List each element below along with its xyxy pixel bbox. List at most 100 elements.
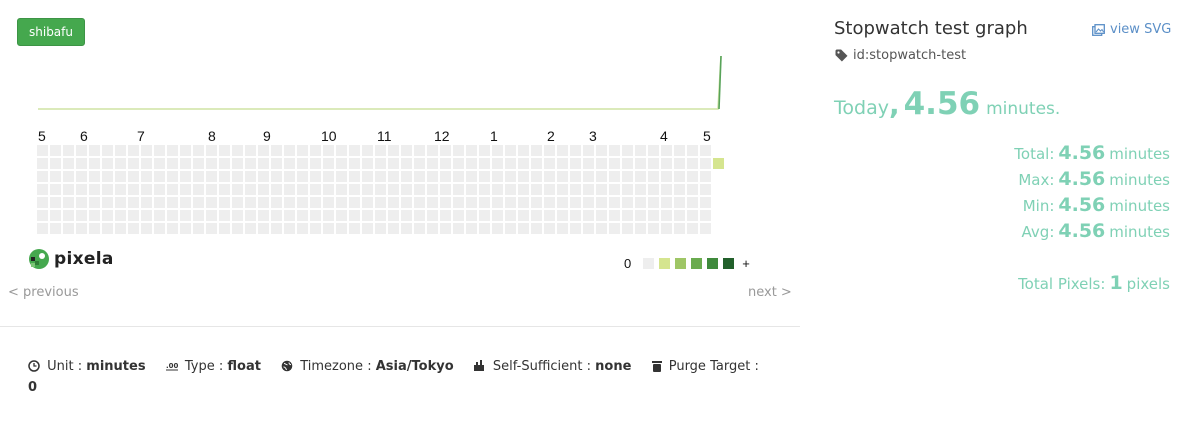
heatmap-cell[interactable] [440,158,451,169]
heatmap-cell[interactable] [596,171,607,182]
heatmap-cell[interactable] [492,171,503,182]
heatmap-cell[interactable] [258,145,269,156]
heatmap-cell[interactable] [336,171,347,182]
next-link[interactable]: next > [748,285,792,300]
heatmap-cell[interactable] [531,158,542,169]
heatmap-cell[interactable] [37,210,48,221]
heatmap-cell[interactable] [141,223,152,234]
heatmap-cell[interactable] [401,171,412,182]
heatmap-cell[interactable] [141,145,152,156]
heatmap-cell[interactable] [89,171,100,182]
heatmap-cell[interactable] [141,197,152,208]
heatmap-cell[interactable] [336,145,347,156]
heatmap-cell[interactable] [622,197,633,208]
heatmap-cell[interactable] [219,197,230,208]
heatmap-cell[interactable] [401,145,412,156]
heatmap-cell[interactable] [245,158,256,169]
heatmap-cell[interactable] [271,145,282,156]
heatmap-cell[interactable] [180,171,191,182]
heatmap-cell[interactable] [258,223,269,234]
heatmap-cell[interactable] [596,210,607,221]
heatmap-cell[interactable] [310,223,321,234]
heatmap-cell[interactable] [466,210,477,221]
heatmap-cell[interactable] [661,158,672,169]
heatmap-cell[interactable] [583,171,594,182]
heatmap-cell[interactable] [583,184,594,195]
heatmap-cell[interactable] [206,223,217,234]
heatmap-cell[interactable] [414,184,425,195]
heatmap-cell[interactable] [492,197,503,208]
heatmap-cell[interactable] [453,145,464,156]
heatmap-cell[interactable] [609,158,620,169]
heatmap-cell[interactable] [102,197,113,208]
heatmap-cell[interactable] [219,210,230,221]
heatmap-cell[interactable] [375,158,386,169]
heatmap-cell[interactable] [310,145,321,156]
heatmap-cell[interactable] [687,171,698,182]
heatmap-cell[interactable] [388,184,399,195]
heatmap-cell[interactable] [596,223,607,234]
heatmap-cell[interactable] [557,171,568,182]
heatmap-cell[interactable] [466,184,477,195]
heatmap-cell[interactable] [583,145,594,156]
heatmap-cell[interactable] [479,197,490,208]
heatmap-cell[interactable] [76,223,87,234]
heatmap-cell[interactable] [50,171,61,182]
heatmap-cell[interactable] [323,184,334,195]
heatmap-cell[interactable] [466,171,477,182]
heatmap-cell[interactable] [297,197,308,208]
heatmap-cell[interactable] [661,145,672,156]
heatmap-cell[interactable] [557,210,568,221]
heatmap-cell[interactable] [661,223,672,234]
heatmap-cell[interactable] [50,210,61,221]
heatmap-cell[interactable] [479,158,490,169]
heatmap-cell[interactable] [414,145,425,156]
heatmap-cell[interactable] [258,158,269,169]
heatmap-cell[interactable] [427,184,438,195]
heatmap-cell[interactable] [648,184,659,195]
heatmap-cell[interactable] [349,197,360,208]
heatmap-cell[interactable] [323,197,334,208]
heatmap-cell[interactable] [518,158,529,169]
heatmap-cell[interactable] [635,197,646,208]
heatmap-cell[interactable] [531,210,542,221]
heatmap-cell-filled[interactable] [713,158,724,169]
heatmap-cell[interactable] [297,171,308,182]
heatmap-cell[interactable] [76,171,87,182]
heatmap-cell[interactable] [505,171,516,182]
heatmap-cell[interactable] [687,145,698,156]
heatmap-cell[interactable] [310,171,321,182]
heatmap-cell[interactable] [518,223,529,234]
heatmap-cell[interactable] [453,197,464,208]
heatmap-cell[interactable] [128,184,139,195]
heatmap-cell[interactable] [440,223,451,234]
heatmap-cell[interactable] [674,171,685,182]
heatmap-cell[interactable] [648,210,659,221]
heatmap-cell[interactable] [375,145,386,156]
heatmap-cell[interactable] [50,197,61,208]
heatmap-cell[interactable] [362,184,373,195]
heatmap-cell[interactable] [388,158,399,169]
heatmap-cell[interactable] [362,158,373,169]
heatmap-cell[interactable] [687,210,698,221]
heatmap-cell[interactable] [427,158,438,169]
heatmap-cell[interactable] [50,158,61,169]
heatmap-cell[interactable] [661,171,672,182]
heatmap-cell[interactable] [206,158,217,169]
heatmap-cell[interactable] [388,197,399,208]
heatmap-cell[interactable] [388,171,399,182]
heatmap-cell[interactable] [648,158,659,169]
heatmap-cell[interactable] [271,158,282,169]
heatmap-cell[interactable] [492,210,503,221]
heatmap-cell[interactable] [89,197,100,208]
heatmap-cell[interactable] [557,184,568,195]
heatmap-cell[interactable] [63,184,74,195]
heatmap-cell[interactable] [648,171,659,182]
heatmap-cell[interactable] [245,223,256,234]
heatmap-cell[interactable] [700,171,711,182]
heatmap-cell[interactable] [232,223,243,234]
heatmap-cell[interactable] [531,184,542,195]
heatmap-cell[interactable] [206,210,217,221]
heatmap-cell[interactable] [414,197,425,208]
heatmap-cell[interactable] [661,184,672,195]
